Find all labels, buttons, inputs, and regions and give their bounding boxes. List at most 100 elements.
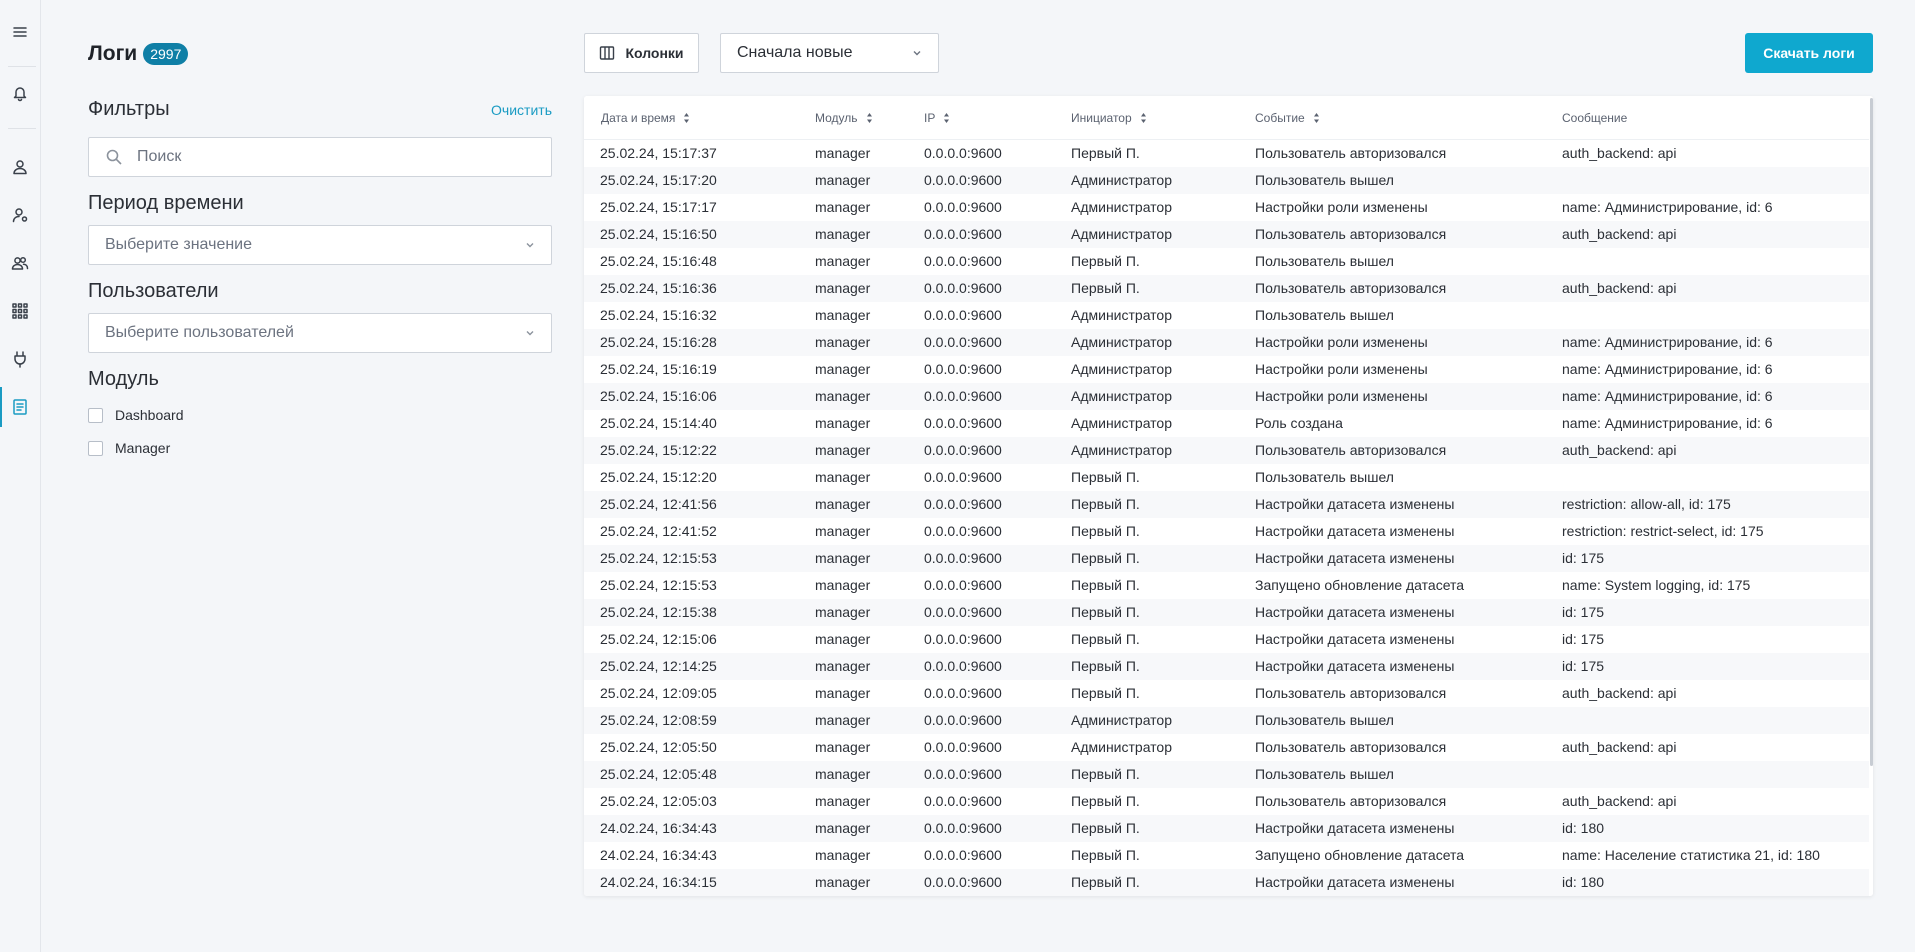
plug-icon[interactable]	[0, 339, 40, 379]
column-header-datetime[interactable]: Дата и время	[601, 96, 690, 140]
table-row[interactable]: 25.02.24, 15:16:36 manager 0.0.0.0:9600 Пер…	[584, 275, 1869, 302]
table-row[interactable]: 25.02.24, 15:12:20 manager 0.0.0.0:9600 Пер…	[584, 464, 1869, 491]
table-row[interactable]: 25.02.24, 15:16:19 manager 0.0.0.0:9600 Адм…	[584, 356, 1869, 383]
cell-ip: 0.0.0.0:9600	[924, 361, 1002, 377]
table-scrollbar[interactable]	[1869, 96, 1873, 896]
cell-module: manager	[815, 577, 871, 593]
table-row[interactable]: 25.02.24, 15:16:32 manager 0.0.0.0:9600 Адм…	[584, 302, 1869, 329]
column-header-initiator[interactable]: Инициатор	[1071, 96, 1147, 140]
table-row[interactable]: 25.02.24, 12:41:56 manager 0.0.0.0:9600 Пер…	[584, 491, 1869, 518]
filters-header: Фильтры Очистить	[88, 98, 552, 121]
cell-ip: 0.0.0.0:9600	[924, 658, 1002, 674]
module-checkbox-manager[interactable]: Manager	[88, 440, 170, 456]
users-icon[interactable]	[0, 243, 40, 283]
clear-filters-link[interactable]: Очистить	[491, 102, 552, 118]
cell-initiator: Администратор	[1071, 307, 1173, 323]
table-row[interactable]: 25.02.24, 12:15:38 manager 0.0.0.0:9600 Пер…	[584, 599, 1869, 626]
cell-message: id: 175	[1562, 658, 1605, 674]
column-header-event[interactable]: Событие	[1255, 96, 1320, 140]
cell-message: name: Администрирование, id: 6	[1562, 199, 1773, 215]
sort-icon[interactable]	[943, 112, 950, 124]
table-row[interactable]: 25.02.24, 15:17:20 manager 0.0.0.0:9600 Адм…	[584, 167, 1869, 194]
table-row[interactable]: 25.02.24, 15:16:06 manager 0.0.0.0:9600 Адм…	[584, 383, 1869, 410]
cell-message: id: 175	[1562, 631, 1605, 647]
table-row[interactable]: 25.02.24, 15:17:17 manager 0.0.0.0:9600 Адм…	[584, 194, 1869, 221]
table-row[interactable]: 25.02.24, 12:05:50 manager 0.0.0.0:9600 Адм…	[584, 734, 1869, 761]
checkbox[interactable]	[88, 407, 103, 423]
search-input[interactable]	[137, 148, 517, 166]
users-select[interactable]: Выберите пользователей	[88, 313, 552, 353]
cell-initiator: Администратор	[1071, 415, 1173, 431]
user-settings-icon[interactable]	[0, 195, 40, 235]
table-row[interactable]: 24.02.24, 16:34:15 manager 0.0.0.0:9600 Пер…	[584, 869, 1869, 896]
apps-grid-icon[interactable]	[0, 291, 40, 331]
cell-datetime: 24.02.24, 16:34:15	[600, 874, 717, 890]
scrollbar-thumb[interactable]	[1870, 98, 1873, 766]
user-icon[interactable]	[0, 147, 40, 187]
search-field[interactable]	[88, 137, 552, 177]
cell-datetime: 25.02.24, 12:08:59	[600, 712, 717, 728]
table-row[interactable]: 25.02.24, 15:17:37 manager 0.0.0.0:9600 Пер…	[584, 140, 1869, 167]
sort-icon[interactable]	[1140, 112, 1147, 124]
columns-button[interactable]: Колонки	[584, 33, 699, 73]
cell-datetime: 25.02.24, 15:16:28	[600, 334, 717, 350]
column-header-module[interactable]: Модуль	[815, 96, 873, 140]
period-label: Период времени	[88, 192, 244, 214]
cell-module: manager	[815, 226, 871, 242]
cell-module: manager	[815, 820, 871, 836]
cell-event: Пользователь вышел	[1255, 172, 1394, 188]
sort-icon[interactable]	[683, 112, 690, 124]
cell-module: manager	[815, 145, 871, 161]
download-logs-button[interactable]: Скачать логи	[1745, 33, 1873, 73]
cell-event: Настройки датасета изменены	[1255, 631, 1455, 647]
cell-message: name: Население статистика 21, id: 180	[1562, 847, 1820, 863]
cell-ip: 0.0.0.0:9600	[924, 874, 1002, 890]
table-row[interactable]: 24.02.24, 16:34:43 manager 0.0.0.0:9600 Пер…	[584, 842, 1869, 869]
cell-ip: 0.0.0.0:9600	[924, 145, 1002, 161]
module-checkbox-dashboard[interactable]: Dashboard	[88, 407, 184, 423]
cell-ip: 0.0.0.0:9600	[924, 334, 1002, 350]
logs-icon[interactable]	[0, 387, 40, 427]
table-row[interactable]: 25.02.24, 12:15:53 manager 0.0.0.0:9600 Пер…	[584, 572, 1869, 599]
table-row[interactable]: 25.02.24, 12:41:52 manager 0.0.0.0:9600 Пер…	[584, 518, 1869, 545]
table-row[interactable]: 25.02.24, 15:16:28 manager 0.0.0.0:9600 Адм…	[584, 329, 1869, 356]
period-select[interactable]: Выберите значение	[88, 225, 552, 265]
column-header-label: Инициатор	[1071, 111, 1132, 125]
table-row[interactable]: 25.02.24, 12:14:25 manager 0.0.0.0:9600 Пер…	[584, 653, 1869, 680]
table-row[interactable]: 25.02.24, 12:08:59 manager 0.0.0.0:9600 Адм…	[584, 707, 1869, 734]
table-row[interactable]: 25.02.24, 12:15:06 manager 0.0.0.0:9600 Пер…	[584, 626, 1869, 653]
cell-datetime: 25.02.24, 12:05:48	[600, 766, 717, 782]
column-header-ip[interactable]: IP	[924, 96, 950, 140]
table-row[interactable]: 25.02.24, 12:15:53 manager 0.0.0.0:9600 Пер…	[584, 545, 1869, 572]
cell-ip: 0.0.0.0:9600	[924, 496, 1002, 512]
cell-ip: 0.0.0.0:9600	[924, 766, 1002, 782]
cell-datetime: 25.02.24, 15:17:20	[600, 172, 717, 188]
table-row[interactable]: 25.02.24, 12:09:05 manager 0.0.0.0:9600 Пер…	[584, 680, 1869, 707]
cell-event: Пользователь вышел	[1255, 712, 1394, 728]
menu-icon[interactable]	[0, 12, 40, 52]
cell-initiator: Первый П.	[1071, 766, 1140, 782]
sort-icon[interactable]	[1313, 112, 1320, 124]
sort-order-select[interactable]: Сначала новые	[720, 33, 939, 73]
table-row[interactable]: 25.02.24, 12:05:48 manager 0.0.0.0:9600 Пер…	[584, 761, 1869, 788]
bell-icon[interactable]	[0, 73, 40, 113]
cell-ip: 0.0.0.0:9600	[924, 631, 1002, 647]
cell-message: auth_backend: api	[1562, 739, 1677, 755]
table-row[interactable]: 25.02.24, 12:05:03 manager 0.0.0.0:9600 Пер…	[584, 788, 1869, 815]
table-row[interactable]: 24.02.24, 16:34:43 manager 0.0.0.0:9600 Пер…	[584, 815, 1869, 842]
table-row[interactable]: 25.02.24, 15:16:50 manager 0.0.0.0:9600 Адм…	[584, 221, 1869, 248]
cell-ip: 0.0.0.0:9600	[924, 172, 1002, 188]
cell-initiator: Первый П.	[1071, 469, 1140, 485]
cell-event: Пользователь авторизовался	[1255, 793, 1447, 809]
cell-initiator: Администратор	[1071, 739, 1173, 755]
checkbox[interactable]	[88, 440, 103, 456]
cell-module: manager	[815, 793, 871, 809]
table-row[interactable]: 25.02.24, 15:14:40 manager 0.0.0.0:9600 Адм…	[584, 410, 1869, 437]
cell-ip: 0.0.0.0:9600	[924, 307, 1002, 323]
cell-initiator: Первый П.	[1071, 280, 1140, 296]
rail-divider	[8, 128, 36, 129]
table-row[interactable]: 25.02.24, 15:16:48 manager 0.0.0.0:9600 Пер…	[584, 248, 1869, 275]
cell-initiator: Первый П.	[1071, 631, 1140, 647]
table-row[interactable]: 25.02.24, 15:12:22 manager 0.0.0.0:9600 Адм…	[584, 437, 1869, 464]
sort-icon[interactable]	[866, 112, 873, 124]
